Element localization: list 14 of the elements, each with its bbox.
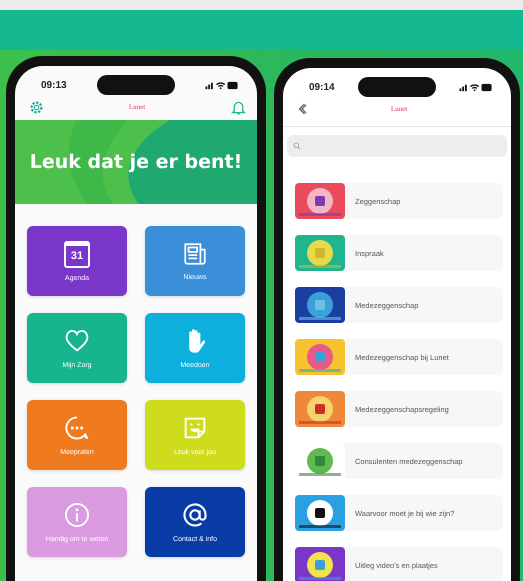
search-icon [293, 142, 301, 150]
at-sign-icon [181, 501, 209, 529]
status-time: 09:14 [309, 82, 335, 92]
calendar-icon: 31 [64, 240, 90, 268]
welcome-heading: Leuk dat je er bent! [30, 151, 242, 173]
info-icon [63, 501, 91, 529]
settings-icon[interactable] [29, 100, 44, 114]
back-icon[interactable] [297, 102, 307, 116]
search-field[interactable] [287, 135, 507, 157]
newspaper-icon [182, 241, 208, 267]
status-icons [458, 82, 493, 92]
chat-bubble-icon [63, 414, 91, 442]
status-time: 09:13 [41, 80, 67, 90]
status-icons [204, 80, 239, 90]
